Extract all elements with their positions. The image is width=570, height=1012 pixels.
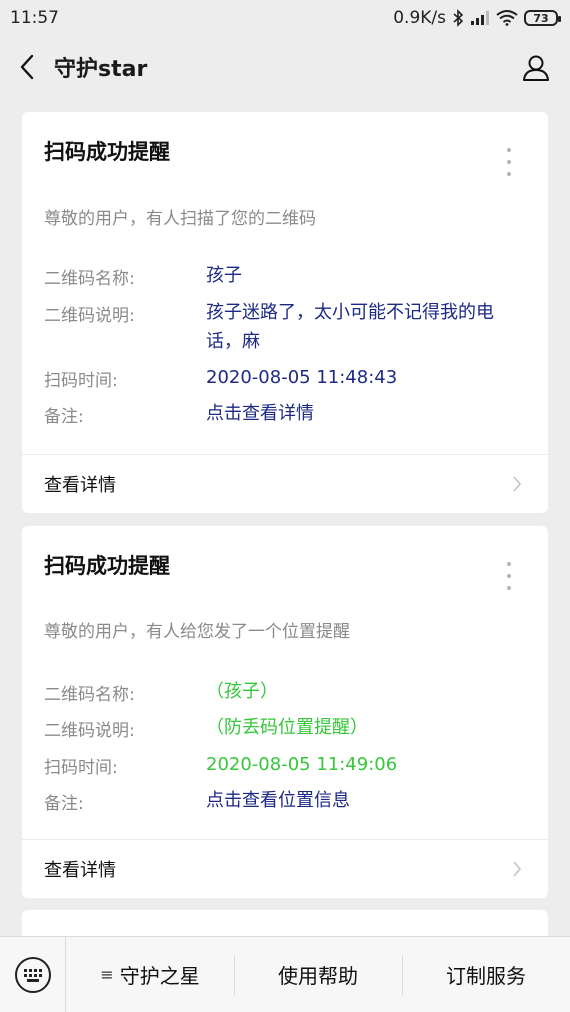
view-details-link[interactable]: 查看详情 (22, 455, 548, 513)
user-icon (523, 55, 549, 81)
chevron-right-icon (512, 475, 526, 493)
bluetooth-icon (453, 9, 464, 27)
keyboard-icon (14, 956, 51, 993)
wifi-icon (496, 10, 518, 26)
back-button[interactable] (18, 52, 48, 82)
keyboard-toggle-button[interactable] (0, 936, 66, 1012)
menu-item-label: 使用帮助 (278, 964, 358, 988)
more-options-icon[interactable] (506, 562, 512, 590)
menu-item-help[interactable]: 使用帮助 (234, 937, 402, 1012)
bottom-menu: ≡ 守护之星 使用帮助 订制服务 (0, 936, 570, 1012)
field-value-description: （防丢码位置提醒） (206, 717, 368, 738)
field-label-name: 二维码名称: (44, 685, 135, 705)
field-value-name: 孩子 (206, 265, 242, 286)
field-label-description: 二维码说明: (44, 306, 135, 326)
view-details-label: 查看详情 (44, 475, 116, 496)
more-options-icon[interactable] (506, 148, 512, 176)
field-label-scan-time: 扫码时间: (44, 371, 118, 391)
menu-item-label: 订制服务 (446, 964, 526, 988)
nav-bar: 守护star (0, 36, 570, 98)
card-description: 尊敬的用户，有人给您发了一个位置提醒 (44, 622, 350, 642)
card-title: 扫码成功提醒 (44, 140, 170, 164)
field-label-scan-time: 扫码时间: (44, 758, 118, 778)
field-value-name: （孩子） (206, 681, 278, 702)
battery-icon: 73 (524, 10, 561, 26)
field-label-note: 备注: (44, 407, 84, 427)
chevron-left-icon (20, 54, 34, 80)
status-icons: 0.9K/s 73 (393, 8, 561, 28)
signal-icon (471, 11, 489, 25)
menu-item-custom-service[interactable]: 订制服务 (402, 937, 570, 1012)
field-label-note: 备注: (44, 794, 84, 814)
network-speed: 0.9K/s (393, 8, 446, 28)
menu-icon: ≡ (100, 965, 114, 984)
message-card[interactable]: 扫码成功提醒 尊敬的用户，有人给您发了一个位置提醒 二维码名称: （孩子） 二维… (22, 526, 548, 898)
view-details-label: 查看详情 (44, 860, 116, 881)
field-value-scan-time: 2020-08-05 11:49:06 (206, 754, 398, 775)
status-time: 11:57 (10, 8, 59, 28)
message-card[interactable]: 扫码成功提醒 尊敬的用户，有人扫描了您的二维码 二维码名称: 孩子 二维码说明:… (22, 112, 548, 513)
status-bar: 11:57 0.9K/s 73 (0, 0, 570, 36)
field-label-description: 二维码说明: (44, 721, 135, 741)
menu-item-guardian-star[interactable]: ≡ 守护之星 (66, 937, 234, 1012)
view-details-link[interactable]: 查看详情 (22, 840, 548, 898)
card-description: 尊敬的用户，有人扫描了您的二维码 (44, 209, 316, 229)
field-value-description: 孩子迷路了，太小可能不记得我的电话，麻 (206, 302, 494, 352)
menu-item-label: 守护之星 (119, 964, 200, 988)
field-value-note: 点击查看详情 (206, 403, 314, 424)
field-value-scan-time: 2020-08-05 11:48:43 (206, 367, 398, 388)
card-title: 扫码成功提醒 (44, 554, 170, 578)
profile-button[interactable] (520, 51, 552, 83)
field-label-name: 二维码名称: (44, 269, 135, 289)
field-value-note: 点击查看位置信息 (206, 790, 350, 811)
page-title: 守护star (54, 57, 148, 82)
chevron-right-icon (512, 860, 526, 878)
